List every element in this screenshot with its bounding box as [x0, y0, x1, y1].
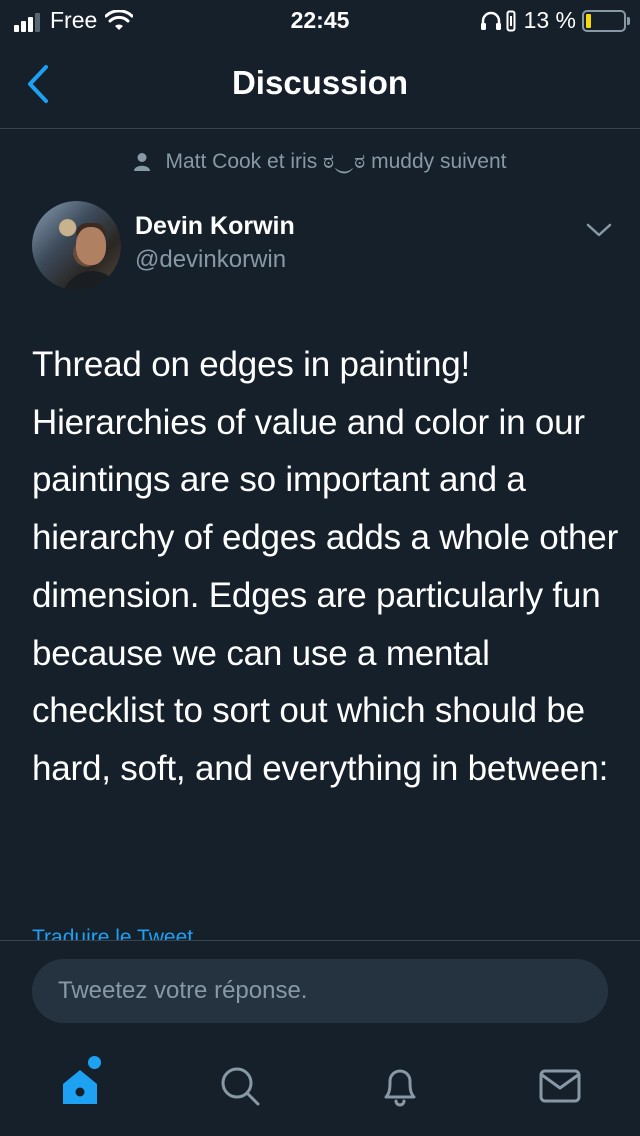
- translate-clip: Traduire le Tweet: [0, 920, 640, 940]
- tab-home[interactable]: [56, 1062, 104, 1110]
- messages-icon: [539, 1069, 581, 1103]
- orientation-lock-icon: [506, 10, 516, 31]
- follow-context-text: Matt Cook et iris ಠ‿ಠ muddy suivent: [165, 150, 507, 173]
- tab-notifications[interactable]: [376, 1062, 424, 1110]
- battery-icon: [582, 9, 630, 32]
- translate-tweet-link[interactable]: Traduire le Tweet: [32, 926, 193, 940]
- chevron-down-icon[interactable]: [584, 218, 614, 242]
- home-icon: [63, 1070, 97, 1104]
- notifications-icon: [384, 1069, 416, 1107]
- avatar[interactable]: [32, 201, 121, 290]
- page-title: Discussion: [231, 64, 409, 101]
- battery-level: [586, 13, 591, 28]
- headphones-icon: [480, 11, 501, 30]
- author-handle[interactable]: @devinkorwin: [135, 246, 286, 274]
- reply-input[interactable]: [32, 959, 608, 1023]
- battery-percentage: 13 %: [523, 7, 576, 33]
- reply-bar: [0, 940, 640, 1040]
- status-right: 13 %: [480, 7, 630, 34]
- tweet-detail-screen: Free 22:45 13 % Discussion Matt Cook et …: [0, 0, 640, 1136]
- tab-bar: [0, 1040, 640, 1136]
- new-content-dot: [88, 1056, 101, 1069]
- person-icon: [134, 153, 151, 171]
- follow-context[interactable]: Matt Cook et iris ಠ‿ಠ muddy suivent: [0, 150, 640, 174]
- nav-header: Discussion: [0, 40, 640, 129]
- tweet-text: Thread on edges in painting! Hierarchies…: [32, 345, 619, 788]
- tab-messages[interactable]: [536, 1062, 584, 1110]
- tab-search[interactable]: [216, 1062, 264, 1110]
- search-icon: [221, 1067, 260, 1106]
- status-bar: Free 22:45 13 %: [0, 0, 640, 40]
- author-name[interactable]: Devin Korwin: [135, 212, 295, 241]
